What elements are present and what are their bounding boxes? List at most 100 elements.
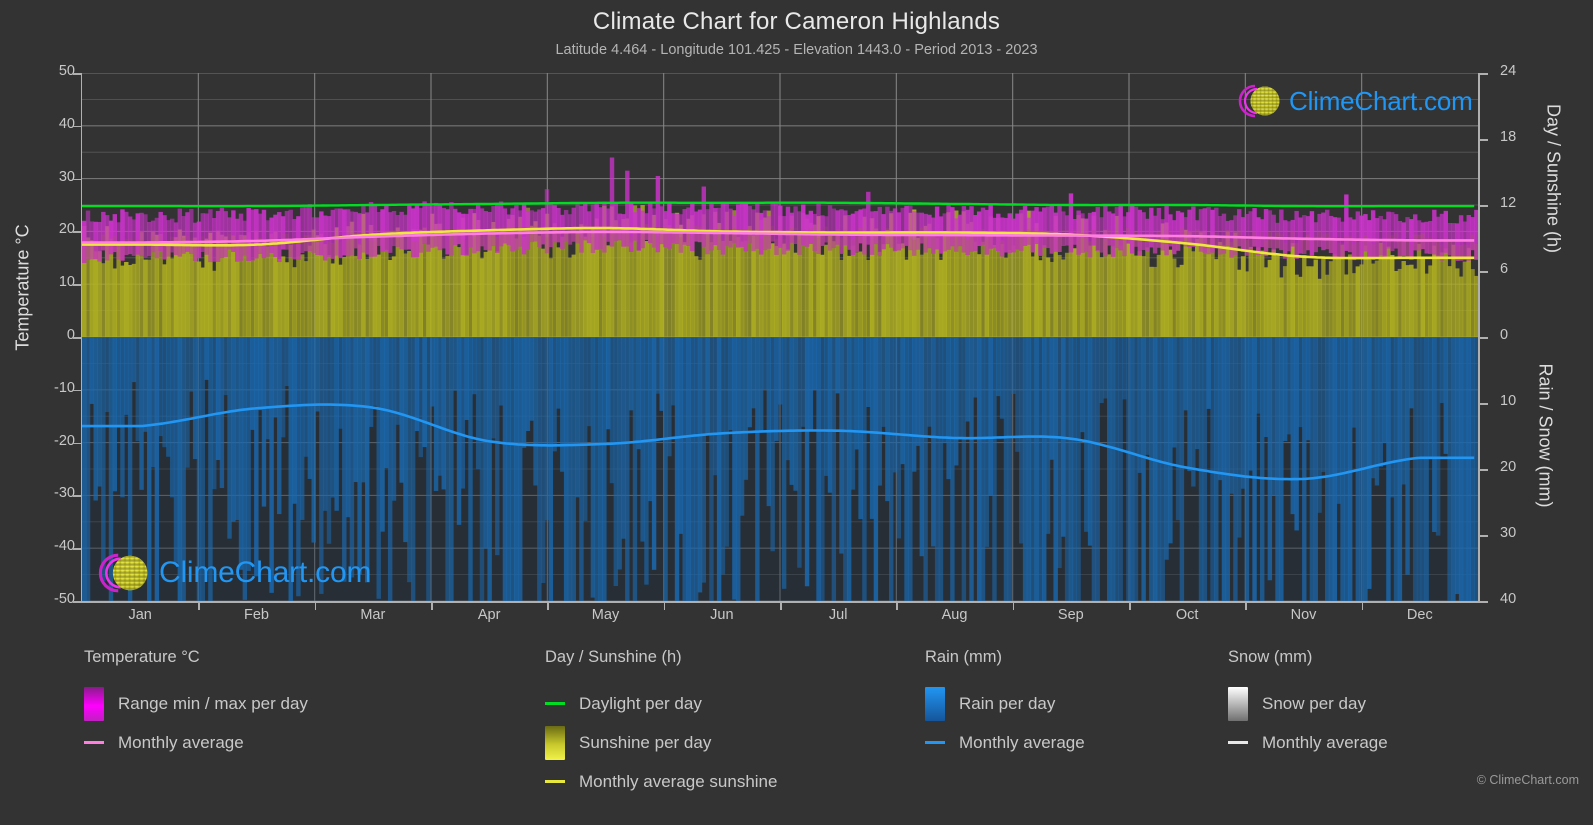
- legend-item[interactable]: Monthly average sunshine: [545, 762, 777, 801]
- x-axis-tick-label: Feb: [244, 607, 269, 623]
- legend-group-snow-mm: Snow (mm) Snow per day Monthly average: [1228, 648, 1388, 762]
- y-axis-tick-label: -50: [54, 591, 75, 607]
- legend-group-day-sunshine-h: Day / Sunshine (h) Daylight per day Sunshi…: [545, 648, 777, 801]
- x-axis-tick-label: Apr: [477, 607, 501, 623]
- x-axis-tick-mark: [198, 601, 200, 610]
- y-axis-tick-mark: [73, 231, 82, 233]
- x-axis-tick-label: Sep: [1057, 607, 1084, 623]
- y-axis-tick-label: 50: [58, 63, 75, 79]
- legend-item-label: Sunshine per day: [579, 732, 712, 752]
- y2-axis-tick-label: 40: [1500, 591, 1517, 607]
- legend-group-title: Temperature °C: [84, 648, 200, 666]
- y2-axis-tick-label: 6: [1500, 261, 1509, 277]
- x-axis-tick-label: Jun: [710, 607, 734, 623]
- logo-watermark-top: ClimeChart.com: [1233, 80, 1473, 122]
- legend-item-label: Range min / max per day: [118, 693, 308, 713]
- x-axis-tick-mark: [896, 601, 898, 610]
- legend: Temperature °C Range min / max per day Mon…: [0, 648, 1593, 818]
- legend-group-title: Snow (mm): [1228, 648, 1313, 666]
- page-title: Climate Chart for Cameron Highlands: [592, 8, 1001, 35]
- legend-swatch: [925, 686, 945, 721]
- legend-item-label: Monthly average: [118, 732, 244, 752]
- x-axis-tick-mark: [431, 601, 433, 610]
- legend-line-swatch: [545, 702, 565, 705]
- legend-item-label: Rain per day: [959, 693, 1056, 713]
- legend-item-label: Monthly average: [959, 732, 1085, 752]
- y2-axis-tick-mark: [1479, 535, 1488, 537]
- y2-axis-tick-mark: [1479, 601, 1488, 603]
- legend-group-temperature-c: Temperature °C Range min / max per day Mon…: [84, 648, 308, 762]
- x-axis-tick-mark: [547, 601, 549, 610]
- x-axis-tick-mark: [1245, 601, 1247, 610]
- legend-line-swatch: [1228, 741, 1248, 744]
- legend-item[interactable]: Sunshine per day: [545, 723, 777, 762]
- x-axis-tick-mark: [1361, 601, 1364, 610]
- y2-axis-tick-label: 18: [1500, 129, 1517, 145]
- y-axis-tick-mark: [73, 284, 82, 286]
- copyright-text: © ClimeChart.com: [1476, 773, 1579, 787]
- x-axis-tick-mark: [663, 601, 666, 610]
- logo-watermark-bottom: ClimeChart.com: [92, 548, 371, 598]
- climechart-logo-icon: [1238, 84, 1280, 118]
- legend-item[interactable]: Monthly average: [84, 723, 308, 762]
- y-axis-tick-mark: [73, 337, 82, 339]
- x-axis-tick-mark: [1129, 601, 1131, 610]
- y-axis-tick-mark: [73, 389, 82, 392]
- x-axis-tick-label: Aug: [941, 607, 968, 623]
- y2-axis-label-top: Day / Sunshine (h): [1543, 103, 1564, 254]
- legend-item[interactable]: Range min / max per day: [84, 684, 308, 723]
- legend-line-swatch: [84, 741, 104, 744]
- legend-item[interactable]: Snow per day: [1228, 684, 1388, 723]
- y-axis-tick-mark: [73, 73, 82, 75]
- logo-text: ClimeChart.com: [159, 556, 372, 589]
- y2-axis-tick-mark: [1479, 205, 1488, 207]
- legend-group-title: Rain (mm): [925, 648, 1002, 666]
- legend-swatch: [84, 686, 104, 721]
- legend-line-swatch: [545, 780, 565, 783]
- y-axis-tick-label: -30: [54, 485, 75, 502]
- logo-text: ClimeChart.com: [1289, 85, 1473, 116]
- y-axis-tick-mark: [73, 495, 82, 497]
- legend-group-rain-mm: Rain (mm) Rain per day Monthly average: [925, 648, 1085, 762]
- y-axis-tick-label: -40: [54, 538, 75, 555]
- climechart-logo-icon: [98, 553, 148, 593]
- page-subtitle: Latitude 4.464 - Longitude 101.425 - Ele…: [555, 42, 1038, 58]
- chart-canvas: [82, 73, 1478, 601]
- y-axis-tick-mark: [73, 125, 82, 128]
- x-axis-tick-label: Mar: [360, 607, 386, 623]
- y2-axis-tick-mark: [1479, 73, 1488, 75]
- y2-axis-label-bottom: Rain / Snow (mm): [1535, 363, 1556, 508]
- legend-item-label: Monthly average sunshine: [579, 771, 778, 791]
- legend-item-label: Snow per day: [1262, 693, 1366, 713]
- y-axis-tick-mark: [73, 601, 82, 603]
- y2-axis-tick-mark: [1479, 139, 1488, 141]
- y2-axis-tick-label: 24: [1500, 63, 1517, 79]
- y-axis-label: Temperature °C: [12, 224, 33, 351]
- legend-swatch: [545, 725, 565, 760]
- x-axis-tick-mark: [1012, 601, 1015, 610]
- legend-group-title: Day / Sunshine (h): [545, 648, 682, 666]
- y-axis-tick-mark: [73, 548, 82, 550]
- climate-chart-page: Climate Chart for Cameron Highlands Lati…: [0, 0, 1593, 825]
- legend-item[interactable]: Monthly average: [1228, 723, 1388, 762]
- x-axis-tick-label: Dec: [1406, 607, 1433, 623]
- y2-axis-tick-mark: [1479, 337, 1488, 339]
- x-axis-tick-mark: [314, 601, 317, 610]
- legend-swatch: [1228, 686, 1248, 721]
- y-axis-tick-mark: [73, 442, 82, 445]
- legend-item[interactable]: Daylight per day: [545, 684, 777, 723]
- legend-line-swatch: [925, 741, 945, 744]
- legend-item[interactable]: Monthly average: [925, 723, 1085, 762]
- legend-item[interactable]: Rain per day: [925, 684, 1085, 723]
- x-axis-tick-mark: [780, 601, 782, 610]
- x-axis-tick-label: May: [591, 607, 620, 623]
- y2-axis-tick-mark: [1479, 469, 1488, 471]
- legend-item-label: Monthly average: [1262, 732, 1388, 752]
- y2-axis-tick-mark: [1479, 403, 1488, 405]
- y-axis-tick-mark: [73, 178, 82, 181]
- legend-item-label: Daylight per day: [579, 693, 702, 713]
- y2-axis-tick-mark: [1479, 271, 1488, 273]
- x-axis-tick-label: Jan: [128, 607, 152, 623]
- x-axis-tick-label: Jul: [828, 607, 848, 623]
- y2-axis-tick-label: 12: [1500, 195, 1517, 211]
